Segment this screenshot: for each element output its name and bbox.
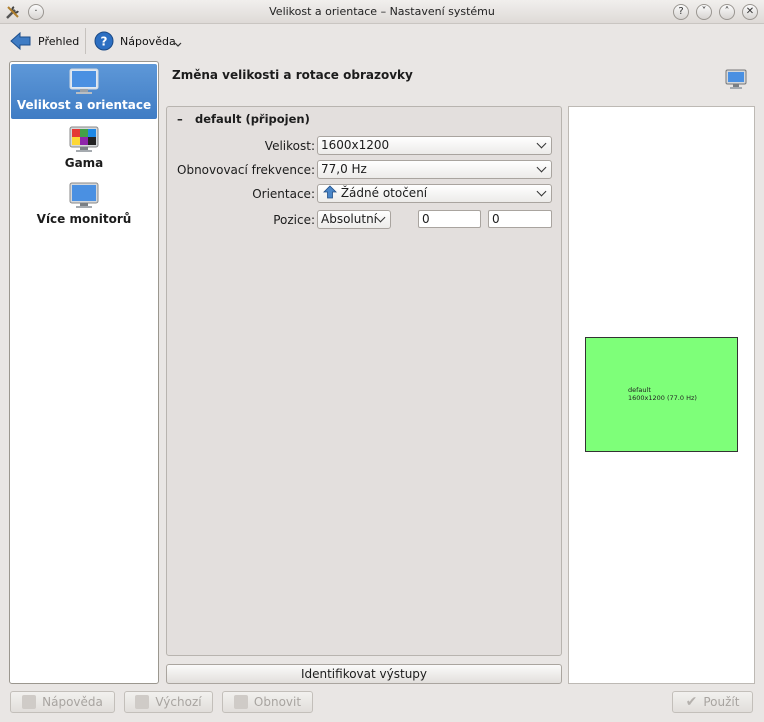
sidebar: Velikost a orientace Gama Více monitorů	[9, 61, 159, 684]
chevron-down-icon[interactable]	[174, 42, 182, 48]
chevron-down-icon	[536, 186, 547, 197]
position-x-input[interactable]: 0	[418, 210, 481, 228]
window-title: Velikost a orientace – Nastavení systému	[269, 5, 495, 18]
svg-text:?: ?	[101, 35, 108, 49]
output-group-title: default (připojen)	[195, 112, 310, 126]
toolbar-separator	[85, 28, 86, 54]
position-y-input[interactable]: 0	[488, 210, 552, 228]
output-preview-box[interactable]: default 1600x1200 (77.0 Hz)	[585, 337, 738, 452]
position-mode-select[interactable]: Absolutní	[317, 210, 391, 229]
position-label: Pozice:	[273, 213, 315, 227]
help-icon	[22, 695, 37, 709]
close-button[interactable]: ✕	[742, 4, 758, 20]
refresh-row: Obnovovací frekvence: 77,0 Hz	[167, 160, 563, 180]
size-label: Velikost:	[264, 139, 315, 153]
help-label: Nápověda	[120, 34, 176, 48]
title-bar: · Velikost a orientace – Nastavení systé…	[0, 0, 764, 24]
sidebar-item-gamma[interactable]: Gama	[11, 122, 157, 174]
sidebar-item-label: Velikost a orientace	[16, 98, 152, 112]
reset-icon	[233, 695, 248, 709]
sidebar-item-label: Více monitorů	[36, 212, 132, 226]
help-menu-button[interactable]: ? Nápověda	[94, 28, 176, 54]
reset-button-label: Obnovit	[253, 695, 302, 709]
orientation-select[interactable]: Žádné otočení	[317, 184, 552, 203]
output-name-label: default	[628, 386, 651, 394]
output-group-header[interactable]: – default (připojen)	[177, 112, 310, 126]
help-icon: ?	[94, 31, 114, 51]
output-settings-panel: – default (připojen) Velikost: 1600x1200…	[166, 106, 562, 656]
apply-button-label: Použít	[703, 695, 740, 709]
gamma-monitor-icon	[69, 126, 99, 152]
toolbar: Přehled ? Nápověda	[0, 24, 764, 60]
context-help-button[interactable]: ?	[673, 4, 689, 20]
help-button[interactable]: Nápověda	[10, 691, 115, 713]
checkmark-icon: ✔	[685, 694, 698, 710]
refresh-value: 77,0 Hz	[321, 162, 367, 176]
monitor-icon	[69, 68, 99, 94]
position-row: Pozice: Absolutní 0 0	[167, 210, 563, 230]
maximize-button[interactable]: ˄	[719, 4, 735, 20]
orientation-label: Orientace:	[252, 187, 315, 201]
undo-icon	[135, 695, 150, 709]
size-value: 1600x1200	[321, 138, 390, 152]
output-info-label: 1600x1200 (77.0 Hz)	[628, 394, 697, 402]
collapse-icon: –	[177, 112, 183, 126]
defaults-button-label: Výchozí	[155, 695, 202, 709]
size-select[interactable]: 1600x1200	[317, 136, 552, 155]
page-title: Změna velikosti a rotace obrazovky	[172, 68, 413, 82]
size-row: Velikost: 1600x1200	[167, 136, 563, 156]
identify-outputs-button[interactable]: Identifikovat výstupy	[166, 664, 562, 684]
defaults-button[interactable]: Výchozí	[124, 691, 213, 713]
screen-preview: default 1600x1200 (77.0 Hz)	[568, 106, 755, 684]
orientation-row: Orientace: Žádné otočení	[167, 184, 563, 204]
refresh-label: Obnovovací frekvence:	[177, 163, 315, 177]
chevron-down-icon	[375, 212, 386, 223]
sidebar-item-multi-monitor[interactable]: Více monitorů	[11, 178, 157, 230]
monitor-icon	[69, 182, 99, 208]
monitor-icon	[725, 69, 747, 89]
sidebar-item-label: Gama	[64, 156, 104, 170]
minimize-button[interactable]: ˅	[696, 4, 712, 20]
chevron-down-icon	[536, 138, 547, 149]
reset-button[interactable]: Obnovit	[222, 691, 313, 713]
back-label: Přehled	[38, 34, 80, 48]
help-button-label: Nápověda	[42, 695, 103, 709]
refresh-rate-select[interactable]: 77,0 Hz	[317, 160, 552, 179]
arrow-left-icon	[10, 31, 31, 51]
orientation-value: Žádné otočení	[340, 186, 428, 200]
back-button[interactable]: Přehled	[10, 28, 79, 54]
sidebar-item-size-orientation[interactable]: Velikost a orientace	[11, 64, 157, 119]
chevron-down-icon	[536, 162, 547, 173]
apply-button[interactable]: ✔ Použít	[672, 691, 753, 713]
arrow-up-icon	[323, 185, 337, 199]
position-mode-value: Absolutní	[321, 212, 378, 226]
